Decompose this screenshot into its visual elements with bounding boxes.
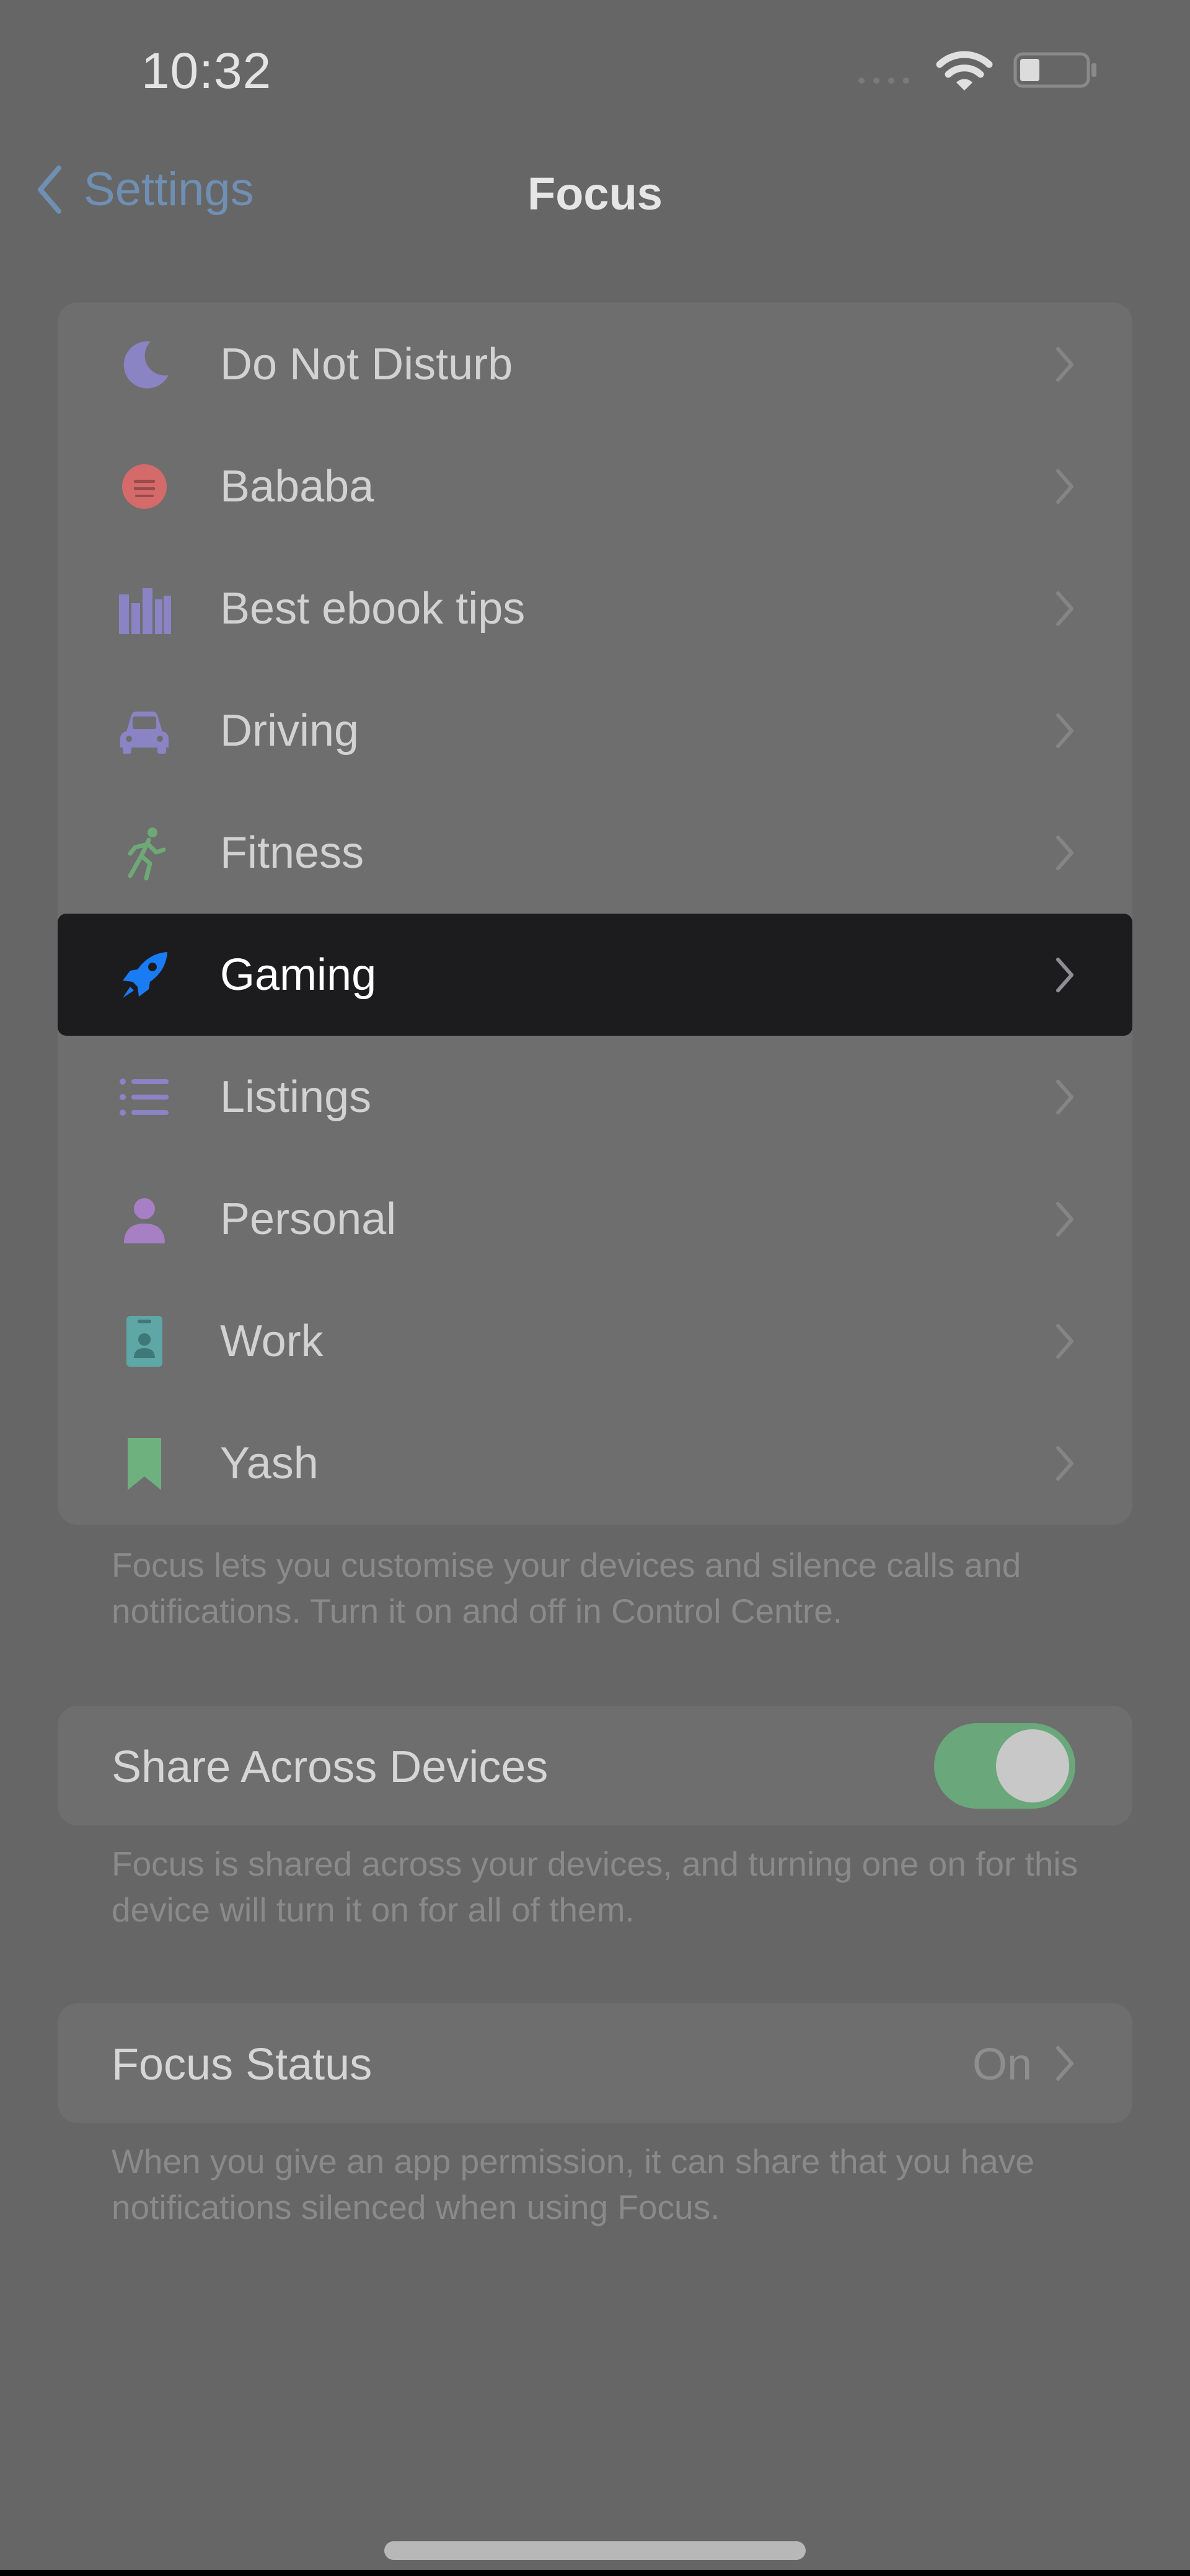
chevron-right-icon xyxy=(1056,1079,1073,1114)
chevron-right-icon xyxy=(1056,835,1073,870)
battery-icon xyxy=(1013,52,1096,88)
focus-mode-label: Gaming xyxy=(220,950,377,1000)
focus-mode-label: Work xyxy=(220,1316,324,1366)
focus-mode-label: Yash xyxy=(220,1438,319,1488)
cellular-signal-icon xyxy=(858,77,909,84)
chevron-right-icon xyxy=(1056,957,1073,992)
car-icon xyxy=(113,700,175,762)
focus-mode-row-yash[interactable]: Yash xyxy=(58,1402,1132,1524)
id-badge-icon xyxy=(113,1310,175,1372)
chevron-right-icon xyxy=(1056,1323,1073,1359)
share-across-devices-label: Share Across Devices xyxy=(112,1742,549,1792)
focus-mode-row-bababa[interactable]: Bababa xyxy=(58,425,1132,547)
focus-mode-row-driving[interactable]: Driving xyxy=(58,669,1132,792)
toggle-knob xyxy=(996,1729,1069,1802)
books-icon xyxy=(113,578,175,640)
focus-mode-row-gaming[interactable]: Gaming xyxy=(58,914,1132,1036)
wifi-icon xyxy=(936,51,993,90)
focus-mode-label: Driving xyxy=(220,705,359,756)
bookmark-icon xyxy=(113,1432,175,1494)
screen-bottom-edge xyxy=(0,2570,1190,2576)
status-time: 10:32 xyxy=(141,43,272,99)
person-icon xyxy=(113,1188,175,1250)
focus-mode-row-listings[interactable]: Listings xyxy=(58,1036,1132,1158)
battery-level xyxy=(1020,59,1039,81)
focus-mode-row-best-ebook-tips[interactable]: Best ebook tips xyxy=(58,547,1132,669)
focus-mode-label: Do Not Disturb xyxy=(220,339,513,389)
home-indicator[interactable] xyxy=(384,2541,806,2560)
rocket-icon xyxy=(113,944,175,1006)
focus-status-value: On xyxy=(972,2040,1032,2089)
chevron-right-icon xyxy=(1056,346,1073,382)
focus-mode-row-work[interactable]: Work xyxy=(58,1280,1132,1402)
focus-mode-row-do-not-disturb[interactable]: Do Not Disturb xyxy=(58,303,1132,425)
chevron-right-icon xyxy=(1056,591,1073,626)
focus-status-description: When you give an app permission, it can … xyxy=(112,2142,1034,2226)
share-description: Focus is shared across your devices, and… xyxy=(112,1845,1078,1929)
focus-status-label: Focus Status xyxy=(112,2040,372,2089)
chevron-right-icon xyxy=(1056,713,1073,748)
focus-mode-label: Personal xyxy=(220,1194,397,1244)
focus-status-row[interactable]: Focus Status On xyxy=(58,2003,1132,2123)
focus-mode-label: Listings xyxy=(220,1072,372,1122)
focus-mode-row-personal[interactable]: Personal xyxy=(58,1158,1132,1280)
focus-mode-label: Best ebook tips xyxy=(220,583,526,633)
focus-mode-label: Fitness xyxy=(220,827,364,878)
focus-mode-row-fitness[interactable]: Fitness xyxy=(58,792,1132,914)
focus-description: Focus lets you customise your devices an… xyxy=(112,1546,1021,1630)
focus-modes-list: Do Not Disturb Bababa Best ebook tips Drivi… xyxy=(58,302,1132,1525)
focus-mode-label: Bababa xyxy=(220,461,374,511)
share-across-devices-row: Share Across Devices xyxy=(58,1706,1132,1825)
moon-icon xyxy=(113,333,175,395)
chevron-right-icon xyxy=(1056,469,1073,504)
chevron-right-icon xyxy=(1056,1445,1073,1481)
chevron-right-icon xyxy=(1056,1201,1073,1237)
chevron-right-icon xyxy=(1056,2046,1073,2081)
running-person-icon xyxy=(113,822,175,884)
share-across-devices-toggle[interactable] xyxy=(934,1723,1075,1809)
list-icon xyxy=(113,1066,175,1128)
page-title: Focus xyxy=(527,168,663,219)
smiley-face-icon xyxy=(113,456,175,518)
